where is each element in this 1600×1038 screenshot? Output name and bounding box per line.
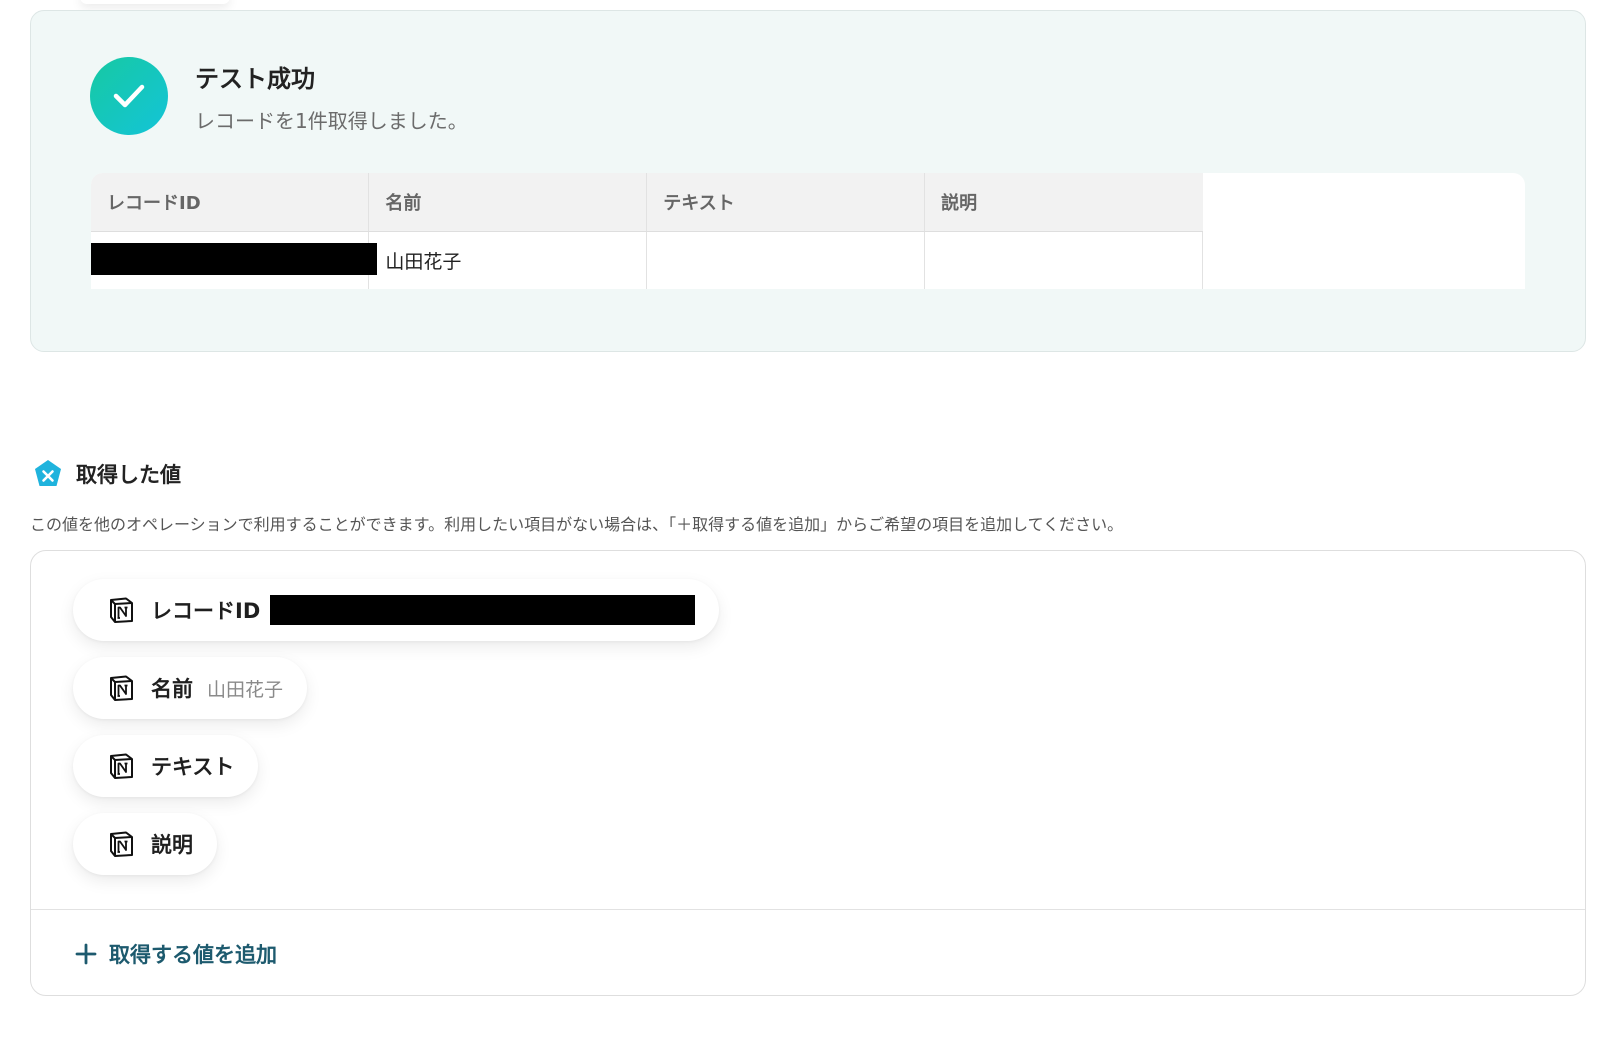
cell-name: 山田花子 — [368, 231, 648, 289]
check-circle-icon — [90, 57, 168, 135]
value-label: レコードID — [151, 599, 261, 623]
success-message: レコードを1件取得しました。 — [195, 109, 468, 133]
notion-icon — [110, 831, 133, 857]
value-text: 山田花子 — [207, 678, 284, 701]
obtained-values-panel: レコードID 名前 山田花子 テキスト 説明 取得する値を追加 — [30, 550, 1586, 996]
plus-icon — [75, 943, 97, 965]
success-title: テスト成功 — [195, 65, 315, 93]
section-title: 取得した値 — [76, 463, 181, 487]
notion-icon — [110, 753, 133, 779]
value-chip-description[interactable]: 説明 — [73, 813, 217, 875]
previous-card-edge — [80, 0, 230, 4]
obtained-values-header: 取得した値 — [32, 458, 181, 490]
redacted-record-id — [91, 243, 377, 275]
test-success-panel: テスト成功 レコードを1件取得しました。 レコードID 名前 テキスト 説明 山… — [30, 10, 1586, 352]
add-value-label: 取得する値を追加 — [109, 943, 277, 967]
variable-icon — [35, 460, 61, 486]
divider — [31, 909, 1585, 910]
column-header-name: 名前 — [368, 173, 648, 232]
value-chip-text[interactable]: テキスト — [73, 735, 259, 797]
section-description: この値を他のオペレーションで利用することができます。利用したい項目がない場合は、… — [30, 515, 1124, 534]
notion-icon — [110, 675, 133, 701]
column-header-text: テキスト — [646, 173, 926, 232]
result-table-container: レコードID 名前 テキスト 説明 山田花子 — [91, 173, 1525, 289]
add-value-button[interactable]: 取得する値を追加 — [75, 939, 277, 969]
value-chip-name[interactable]: 名前 山田花子 — [73, 657, 308, 719]
redacted-value — [270, 595, 696, 625]
cell-text — [646, 231, 926, 289]
cell-description — [924, 231, 1203, 289]
table-header-row: レコードID 名前 テキスト 説明 — [91, 173, 1203, 232]
notion-icon — [110, 597, 133, 623]
column-header-record-id: レコードID — [91, 173, 370, 232]
value-chip-record-id[interactable]: レコードID — [73, 579, 720, 641]
value-label: テキスト — [151, 755, 235, 779]
value-label: 名前 — [151, 677, 193, 701]
column-header-description: 説明 — [924, 173, 1203, 232]
value-label: 説明 — [151, 833, 193, 857]
